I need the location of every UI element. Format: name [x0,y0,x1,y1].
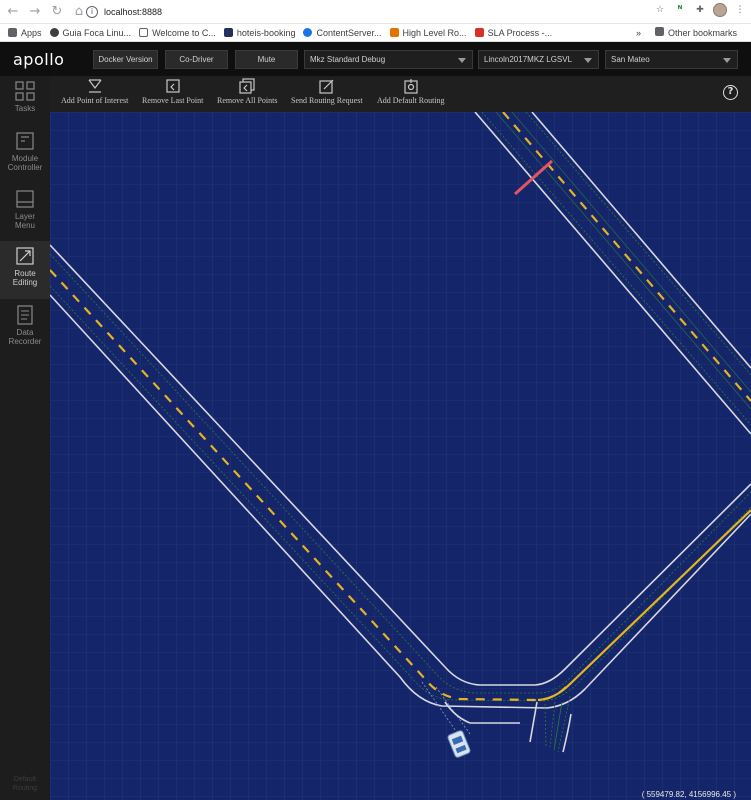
profile-avatar[interactable] [713,3,727,17]
map-grid [50,112,751,800]
sidebar-item-route-editing[interactable]: Route Editing [0,241,50,299]
bookmark-item[interactable]: Guia Foca Linu... [49,28,131,38]
send-routing-request-button[interactable]: Send Routing Request [291,78,363,105]
apps-icon [8,28,17,37]
map-canvas[interactable] [50,112,751,800]
undo-icon [166,79,180,93]
e-icon [389,28,399,37]
puzzle-icon[interactable]: ✚ [693,3,707,17]
content-server-icon [303,28,313,37]
layers-icon [16,190,34,208]
map-coordinates: ( 559479.82, 4156996.45 ) [641,790,736,799]
remove-last-point-button[interactable]: Remove Last Point [142,78,203,105]
map-view[interactable]: ( 559479.82, 4156996.45 ) [50,112,751,800]
document-icon [139,28,149,37]
mute-button[interactable]: Mute [235,50,298,69]
other-bookmarks[interactable]: Other bookmarks [654,27,737,38]
youtube-icon [474,28,484,37]
sidebar: Tasks Module Controller Layer Menu Route… [0,76,50,800]
default-routing-icon [404,79,418,94]
send-icon [319,79,334,94]
booking-icon [223,28,233,37]
sidebar-item-layer-menu[interactable]: Layer Menu [0,184,50,242]
chevron-down-icon [723,58,731,63]
chevron-down-icon [458,58,466,63]
add-default-routing-button[interactable]: Add Default Routing [377,78,445,105]
remove-all-points-button[interactable]: Remove All Points [217,78,277,105]
star-icon[interactable]: ☆ [653,3,667,17]
bookmark-item[interactable]: SLA Process -... [474,28,552,38]
back-icon[interactable]: ← [4,3,22,21]
url-text: localhost:8888 [104,7,163,17]
remove-all-icon [239,78,255,94]
browser-toolbar: ← → ↻ ⌂ i localhost:8888 ☆ ᴺ ✚ ⋮ [0,0,751,24]
route-editing-toolbar: Add Point of Interest Remove Last Point … [50,76,751,112]
forward-icon[interactable]: → [26,3,44,21]
bookmark-item[interactable]: hoteis-booking [223,28,295,38]
add-point-of-interest-button[interactable]: Add Point of Interest [61,78,128,105]
more-bookmarks-icon[interactable]: » [636,28,641,38]
bookmark-item[interactable]: Welcome to C... [139,28,216,38]
extension-icon[interactable]: ᴺ [673,3,687,17]
mode-select[interactable]: Mkz Standard Debug [304,50,473,69]
sidebar-item-data-recorder[interactable]: Data Recorder [0,300,50,358]
document-icon [17,305,33,325]
bookmark-item[interactable]: High Level Ro... [389,28,467,38]
github-icon [49,28,59,37]
info-icon[interactable]: i [86,6,98,18]
route-icon [16,247,34,265]
address-bar[interactable]: i localhost:8888 [86,3,656,21]
bookmark-apps[interactable]: Apps [8,28,42,38]
menu-icon[interactable]: ⋮ [733,3,747,17]
folder-icon [654,27,664,36]
module-icon [16,132,34,150]
grid-icon [15,81,35,101]
chevron-down-icon [584,58,592,63]
bookmark-item[interactable]: ContentServer... [303,28,382,38]
reload-icon[interactable]: ↻ [48,3,66,21]
apollo-logo: apollo [13,50,65,69]
sidebar-item-module-controller[interactable]: Module Controller [0,126,50,184]
add-point-icon [88,79,102,93]
map-select[interactable]: San Mateo [605,50,738,69]
co-driver-button[interactable]: Co-Driver [165,50,228,69]
vehicle-select[interactable]: Lincoln2017MKZ LGSVL [478,50,599,69]
help-icon[interactable]: ? [723,85,738,100]
docker-version-button[interactable]: Docker Version [93,50,158,69]
sidebar-item-default-routing[interactable]: Default Routing [0,775,50,793]
bookmarks-bar: Apps Guia Foca Linu... Welcome to C... h… [0,24,751,42]
